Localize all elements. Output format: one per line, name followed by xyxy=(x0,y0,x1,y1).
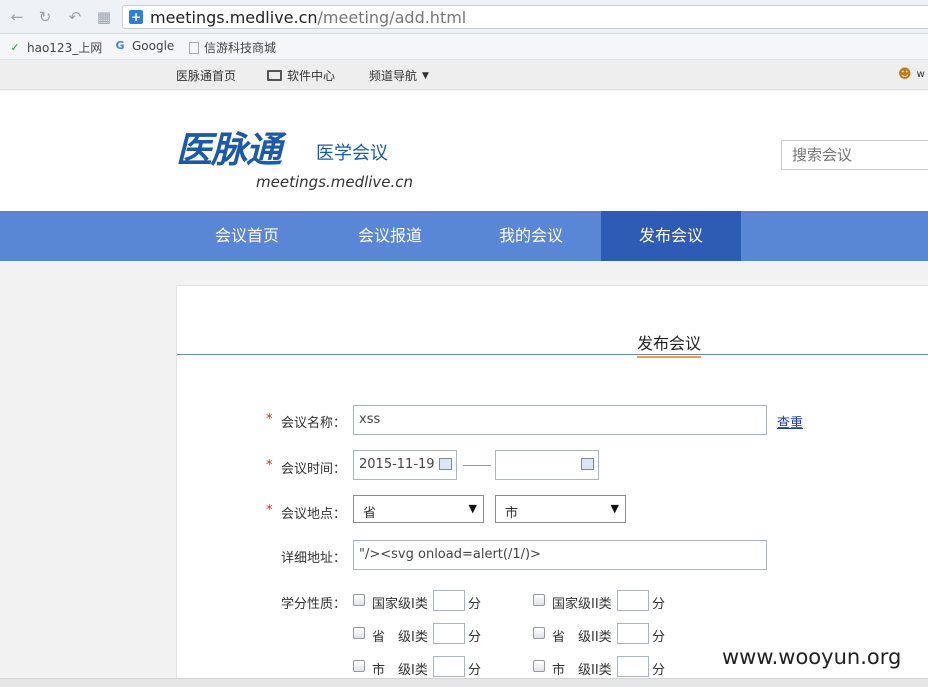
user-menu[interactable]: ☻ w xyxy=(898,67,925,82)
address-label: 详细地址： xyxy=(281,551,347,566)
city-value: 市 xyxy=(505,506,519,521)
credit-province-1-checkbox[interactable] xyxy=(353,627,365,639)
bookmark-google[interactable]: G Google xyxy=(113,39,174,53)
user-name: w xyxy=(916,69,925,80)
software-center-label: 软件中心 xyxy=(287,69,336,83)
bookmark-label: 信游科技商城 xyxy=(204,41,277,55)
title-divider xyxy=(177,354,928,355)
start-date-input[interactable]: 2015-11-19 xyxy=(353,450,457,480)
meeting-search-input[interactable] xyxy=(781,140,928,170)
channel-nav-dropdown[interactable]: 频道导航 ▼ xyxy=(369,67,429,84)
required-marker: * xyxy=(266,458,273,473)
calendar-icon[interactable] xyxy=(581,458,594,470)
main-nav: 会议首页 会议报道 我的会议 发布会议 xyxy=(0,211,928,261)
check-duplicate-link[interactable]: 查重 xyxy=(777,412,803,431)
credit-type-label: 学分性质： xyxy=(281,597,347,612)
user-icon: ☻ xyxy=(898,67,912,82)
meeting-name-input[interactable]: xss xyxy=(353,405,767,435)
credit-score-input[interactable] xyxy=(433,590,465,611)
logo-subtitle: 医学会议 xyxy=(316,143,388,164)
credit-unit: 分 xyxy=(468,663,482,678)
meeting-name-label: 会议名称： xyxy=(281,416,347,431)
province-value: 省 xyxy=(363,506,377,521)
credit-option-label: 国家级I类 xyxy=(372,597,428,612)
refresh-icon[interactable]: ↻ xyxy=(36,8,54,26)
credit-score-input[interactable] xyxy=(617,656,649,677)
end-date-input[interactable] xyxy=(495,450,599,480)
browser-address-bar: ← ↻ ↶ ▦ + meetings.medlive.cn/meeting/ad… xyxy=(0,0,928,34)
watermark: www.wooyun.org xyxy=(722,645,902,669)
bookmark-label: Google xyxy=(132,39,175,53)
credit-option-label: 省 级II类 xyxy=(552,630,612,645)
horizontal-scrollbar[interactable] xyxy=(0,678,928,687)
grid-icon[interactable]: ▦ xyxy=(95,8,113,26)
address-input[interactable]: "/><svg onload=alert(/1/)> xyxy=(353,540,767,570)
credit-score-input[interactable] xyxy=(617,590,649,611)
required-marker: * xyxy=(266,412,273,427)
undo-icon[interactable]: ↶ xyxy=(66,8,84,26)
bookmark-hao123[interactable]: ✓ hao123_上网 xyxy=(8,39,102,56)
page-icon xyxy=(189,41,199,54)
dropdown-arrow-icon: ▼ xyxy=(610,502,619,515)
dropdown-arrow-icon: ▼ xyxy=(468,502,477,515)
credit-option-label: 国家级II类 xyxy=(552,597,612,612)
credit-option-label: 省 级I类 xyxy=(372,630,428,645)
credit-city-2-checkbox[interactable] xyxy=(533,660,545,672)
medlive-home-link[interactable]: 医脉通首页 xyxy=(176,67,236,84)
credit-unit: 分 xyxy=(652,597,666,612)
logo-domain: meetings.medlive.cn xyxy=(256,173,414,191)
hao123-icon: ✓ xyxy=(10,40,20,54)
google-icon: G xyxy=(115,39,125,52)
meeting-place-label: 会议地点： xyxy=(281,507,347,522)
credit-score-input[interactable] xyxy=(433,623,465,644)
monitor-icon xyxy=(267,70,282,81)
bookmark-xinyou[interactable]: 信游科技商城 xyxy=(189,39,276,56)
credit-option-label: 市 级I类 xyxy=(372,663,428,678)
credit-unit: 分 xyxy=(468,597,482,612)
software-center-link[interactable]: 软件中心 xyxy=(267,67,335,84)
caret-down-icon: ▼ xyxy=(422,70,429,81)
start-date-value: 2015-11-19 xyxy=(359,457,435,472)
site-top-bar: 医脉通首页 软件中心 频道导航 ▼ ☻ w xyxy=(0,61,928,90)
url-input[interactable]: + meetings.medlive.cn/meeting/add.html xyxy=(122,5,928,29)
publish-meeting-panel: 发布会议 * 会议名称： xss 查重 * 会议时间： 2015-11-19 *… xyxy=(176,285,928,687)
credit-score-input[interactable] xyxy=(433,656,465,677)
nav-publish-meeting[interactable]: 发布会议 xyxy=(601,211,741,261)
credit-province-2-checkbox[interactable] xyxy=(533,627,545,639)
nav-meeting-home[interactable]: 会议首页 xyxy=(177,211,317,261)
medlive-logo[interactable]: 医脉通 xyxy=(176,121,282,173)
channel-nav-label: 频道导航 xyxy=(369,69,418,83)
required-marker: * xyxy=(266,503,273,518)
url-path: /meeting/add.html xyxy=(317,8,467,27)
calendar-icon[interactable] xyxy=(439,458,452,470)
credit-national-2-checkbox[interactable] xyxy=(533,594,545,606)
security-shield-icon: + xyxy=(129,10,143,24)
meeting-time-label: 会议时间： xyxy=(281,462,347,477)
credit-option-label: 市 级II类 xyxy=(552,663,612,678)
city-select[interactable]: 市 ▼ xyxy=(495,495,626,523)
credit-unit: 分 xyxy=(468,630,482,645)
site-header: 医脉通 医学会议 meetings.medlive.cn xyxy=(0,91,928,211)
bookmarks-bar: ✓ hao123_上网 G Google 信游科技商城 xyxy=(0,34,928,60)
back-icon[interactable]: ← xyxy=(8,8,26,26)
bookmark-label: hao123_上网 xyxy=(27,41,103,55)
credit-national-1-checkbox[interactable] xyxy=(353,594,365,606)
credit-score-input[interactable] xyxy=(617,623,649,644)
credit-unit: 分 xyxy=(652,663,666,678)
nav-meeting-reports[interactable]: 会议报道 xyxy=(320,211,460,261)
url-host: meetings.medlive.cn xyxy=(150,8,318,27)
date-range-separator xyxy=(463,465,491,466)
province-select[interactable]: 省 ▼ xyxy=(353,495,484,523)
credit-unit: 分 xyxy=(652,630,666,645)
nav-my-meetings[interactable]: 我的会议 xyxy=(461,211,601,261)
credit-city-1-checkbox[interactable] xyxy=(353,660,365,672)
